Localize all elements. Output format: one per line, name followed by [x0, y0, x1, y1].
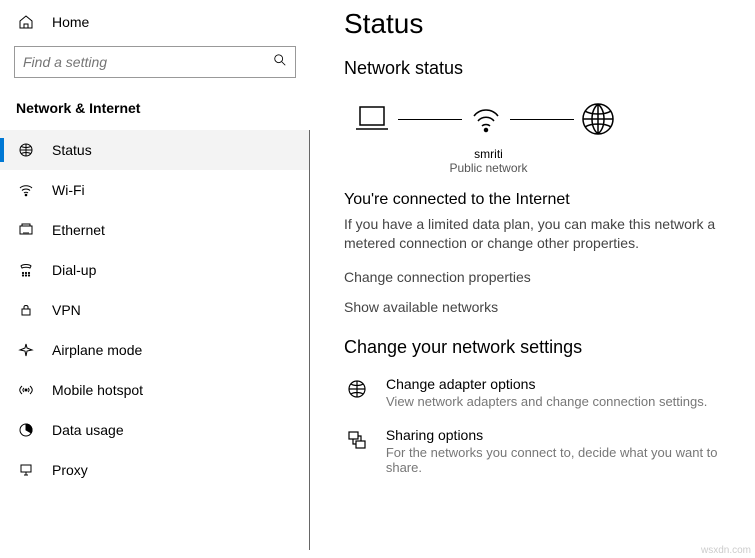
- sharing-options[interactable]: Sharing options For the networks you con…: [344, 427, 755, 475]
- page-title: Status: [344, 8, 755, 40]
- change-network-settings-title: Change your network settings: [344, 337, 755, 358]
- nav-label: Dial-up: [52, 262, 96, 278]
- nav-label: Wi-Fi: [52, 182, 85, 198]
- category-title: Network & Internet: [0, 82, 310, 126]
- change-connection-properties-link[interactable]: Change connection properties: [344, 269, 755, 285]
- nav-item-airplane[interactable]: Airplane mode: [0, 330, 309, 370]
- nav-item-vpn[interactable]: VPN: [0, 290, 309, 330]
- nav-item-hotspot[interactable]: Mobile hotspot: [0, 370, 309, 410]
- nav-item-status[interactable]: Status: [0, 130, 309, 170]
- wifi-node: [466, 102, 506, 136]
- sidebar: Home Network & Internet Status Wi-Fi: [0, 0, 310, 558]
- home-label: Home: [52, 14, 89, 30]
- search-wrap: [0, 38, 310, 82]
- nav-label: Proxy: [52, 462, 88, 478]
- nav-label: VPN: [52, 302, 81, 318]
- option-text: Sharing options For the networks you con…: [386, 427, 755, 475]
- search-icon: [273, 53, 287, 72]
- laptop-icon: [350, 99, 394, 139]
- nav-label: Airplane mode: [52, 342, 142, 358]
- sharing-desc: For the networks you connect to, decide …: [386, 445, 755, 475]
- vpn-icon: [16, 302, 36, 318]
- dialup-icon: [16, 262, 36, 278]
- option-text: Change adapter options View network adap…: [386, 376, 707, 409]
- connected-desc: If you have a limited data plan, you can…: [344, 215, 755, 253]
- nav-label: Data usage: [52, 422, 124, 438]
- adapter-title: Change adapter options: [386, 376, 707, 392]
- network-status-title: Network status: [344, 58, 755, 79]
- nav-item-proxy[interactable]: Proxy: [0, 450, 309, 490]
- adapter-desc: View network adapters and change connect…: [386, 394, 707, 409]
- home-button[interactable]: Home: [0, 6, 310, 38]
- connector-line: [398, 119, 462, 120]
- connector-line: [510, 119, 574, 120]
- sharing-title: Sharing options: [386, 427, 755, 443]
- nav-label: Status: [52, 142, 92, 158]
- datausage-icon: [16, 422, 36, 438]
- nav-list: Status Wi-Fi Ethernet Dial-up VPN: [0, 130, 310, 550]
- sharing-icon: [344, 429, 370, 451]
- hotspot-icon: [16, 382, 36, 398]
- globe-icon: [578, 99, 618, 139]
- nav-item-ethernet[interactable]: Ethernet: [0, 210, 309, 250]
- wifi-icon: [16, 182, 36, 198]
- nav-item-datausage[interactable]: Data usage: [0, 410, 309, 450]
- watermark: wsxdn.com: [701, 545, 751, 556]
- nav-item-wifi[interactable]: Wi-Fi: [0, 170, 309, 210]
- main-content: Status Network status smriti Public netw…: [310, 0, 755, 558]
- change-adapter-options[interactable]: Change adapter options View network adap…: [344, 376, 755, 409]
- connected-title: You're connected to the Internet: [344, 191, 755, 209]
- network-diagram: [350, 99, 755, 139]
- search-box[interactable]: [14, 46, 296, 78]
- status-icon: [16, 142, 36, 158]
- home-icon: [16, 14, 36, 30]
- airplane-icon: [16, 342, 36, 358]
- search-input[interactable]: [23, 54, 273, 70]
- ethernet-icon: [16, 222, 36, 238]
- proxy-icon: [16, 462, 36, 478]
- show-available-networks-link[interactable]: Show available networks: [344, 299, 755, 315]
- nav-label: Mobile hotspot: [52, 382, 143, 398]
- nav-label: Ethernet: [52, 222, 105, 238]
- adapter-icon: [344, 378, 370, 400]
- nav-item-dialup[interactable]: Dial-up: [0, 250, 309, 290]
